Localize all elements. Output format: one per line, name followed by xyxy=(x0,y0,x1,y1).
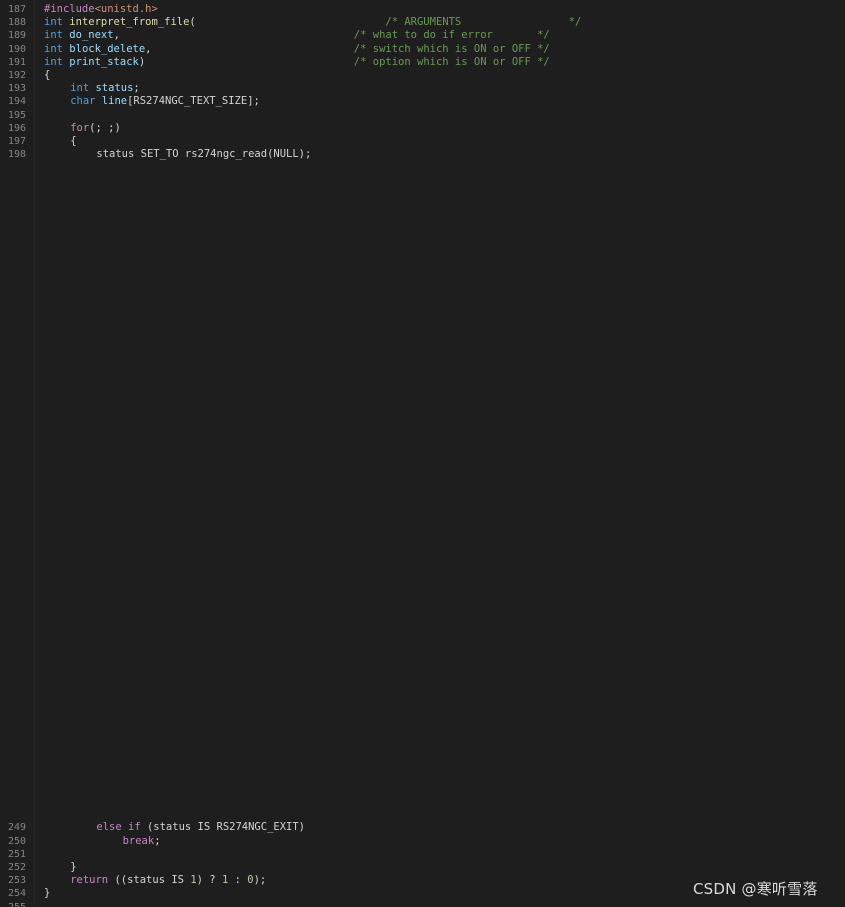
line-number: 189 xyxy=(7,30,26,42)
code-text: int status; xyxy=(70,82,140,95)
code-text: for(; ;) xyxy=(70,122,121,135)
code-line[interactable]: 196 for(; ;) xyxy=(0,122,845,135)
code-line[interactable]: 251 xyxy=(0,848,845,861)
code-token: } xyxy=(70,861,77,873)
code-line[interactable]: 193 int status; xyxy=(0,82,845,95)
line-number: 255 xyxy=(0,901,26,907)
line-number: 198 xyxy=(7,149,26,161)
code-token: block_delete xyxy=(69,42,146,55)
line-number: 195 xyxy=(7,109,26,121)
line-number: 196 xyxy=(7,122,26,134)
code-text: char line[RS274NGC_TEXT_SIZE]; xyxy=(70,95,260,108)
csdn-watermark: CSDN @寒听雪落 xyxy=(693,880,818,898)
code-line[interactable]: 197 { xyxy=(0,135,845,148)
code-text: int block_delete, /* switch which is ON … xyxy=(44,43,550,56)
code-token: interpret_from_file xyxy=(69,16,190,29)
code-line[interactable]: 250 break; xyxy=(0,835,845,848)
code-text: else if (status IS RS274NGC_EXIT) xyxy=(96,821,305,834)
code-token: (status IS RS274NGC_EXIT) xyxy=(146,821,306,834)
code-token: /* ARGUMENTS */ xyxy=(385,16,582,29)
code-line[interactable]: 194 char line[RS274NGC_TEXT_SIZE]; xyxy=(0,95,845,108)
code-line[interactable]: 190 int block_delete, /* switch which is … xyxy=(0,43,845,56)
code-token: /* option which is ON or OFF */ xyxy=(353,55,550,68)
code-token: [RS274NGC_TEXT_SIZE]; xyxy=(127,95,260,108)
code-editor[interactable]: 187 #include<unistd.h> 188 int interpret_fr… xyxy=(0,0,845,907)
line-number: 254 xyxy=(7,888,26,900)
line-number: 193 xyxy=(7,83,26,95)
code-token: int xyxy=(70,82,96,95)
code-token: ; xyxy=(154,834,161,847)
code-token: { xyxy=(44,69,51,81)
code-line[interactable]: 187 #include<unistd.h> xyxy=(0,3,845,16)
code-token: /* switch which is ON or OFF */ xyxy=(353,42,550,55)
code-token: return xyxy=(70,874,115,887)
code-token: int xyxy=(44,55,70,68)
code-token: (; ;) xyxy=(89,121,121,134)
code-line[interactable]: 189 int do_next, /* what to do if error *… xyxy=(0,29,845,42)
code-text: break; xyxy=(123,835,161,848)
code-line[interactable]: 249 else if (status IS RS274NGC_EXIT) xyxy=(0,821,845,834)
line-number: 192 xyxy=(7,70,26,81)
line-number: 252 xyxy=(7,862,26,873)
code-token: #include xyxy=(44,3,95,15)
code-token: , xyxy=(113,29,354,42)
line-number: 251 xyxy=(7,848,26,860)
line-number: 194 xyxy=(7,96,26,108)
code-token: } xyxy=(44,887,51,900)
code-token: do_next xyxy=(69,29,114,42)
line-number: 188 xyxy=(7,17,26,29)
code-token: int xyxy=(44,29,70,42)
code-token: int xyxy=(44,42,70,55)
code-token: ) ? xyxy=(196,874,222,887)
line-number: 253 xyxy=(7,875,26,887)
code-text: } xyxy=(44,887,50,900)
code-text: } xyxy=(70,861,76,874)
code-line[interactable]: 192 { xyxy=(0,69,845,82)
code-text: { xyxy=(44,69,50,82)
code-line[interactable]: 255 xyxy=(0,901,845,907)
code-token: for xyxy=(70,121,90,134)
code-line[interactable]: 198 status SET_TO rs274ngc_read(NULL); xyxy=(0,148,845,161)
line-number: 187 xyxy=(7,4,26,15)
line-number: 249 xyxy=(7,822,26,834)
code-token: status SET_TO rs274ngc_read(NULL); xyxy=(96,148,312,161)
code-token: ( xyxy=(189,16,386,29)
code-token: ) xyxy=(138,55,354,68)
code-token: /* what to do if error */ xyxy=(353,29,550,42)
code-text: int print_stack) /* option which is ON o… xyxy=(44,56,550,69)
code-token: char xyxy=(70,95,102,108)
line-number: 191 xyxy=(7,56,26,68)
code-token: ); xyxy=(253,874,267,887)
code-token: , xyxy=(145,42,354,55)
code-token: int xyxy=(44,16,70,29)
code-token: { xyxy=(70,135,77,147)
code-token: ; xyxy=(133,82,140,95)
code-token: else if xyxy=(96,821,147,834)
code-line[interactable]: 195 xyxy=(0,109,845,122)
code-token: status xyxy=(95,82,134,95)
code-text: return ((status IS 1) ? 1 : 0); xyxy=(70,874,266,887)
code-token: : xyxy=(228,874,248,887)
code-line[interactable]: 188 int interpret_from_file( /* ARGUMENTS… xyxy=(0,16,845,29)
code-text: #include<unistd.h> xyxy=(44,3,158,16)
code-token: ((status IS xyxy=(114,874,191,887)
code-text: status SET_TO rs274ngc_read(NULL); xyxy=(96,148,311,161)
code-token: <unistd.h> xyxy=(94,3,158,15)
code-token: print_stack xyxy=(69,55,139,68)
code-text: { xyxy=(70,135,76,148)
code-text: int do_next, /* what to do if error */ xyxy=(44,29,550,42)
code-line[interactable]: 252} xyxy=(0,861,845,874)
code-text: int interpret_from_file( /* ARGUMENTS */ xyxy=(44,16,581,29)
line-number: 197 xyxy=(7,136,26,147)
code-token: line xyxy=(101,95,128,108)
code-line[interactable]: 191 int print_stack) /* option which is O… xyxy=(0,56,845,69)
line-number: 250 xyxy=(7,835,26,847)
code-token: break xyxy=(122,834,155,847)
line-number: 190 xyxy=(7,43,26,55)
